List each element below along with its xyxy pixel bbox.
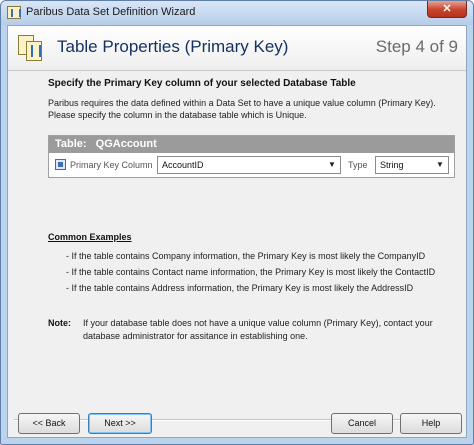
table-prefix: Table:	[55, 138, 87, 150]
note-label: Note:	[48, 318, 71, 328]
description-line-1: Paribus requires the data defined within…	[48, 98, 436, 108]
next-button[interactable]: Next >>	[88, 413, 152, 434]
primary-key-row: Primary Key Column AccountID ▼ Type Stri…	[49, 153, 454, 177]
note-text-line-1: If your database table does not have a u…	[83, 318, 433, 328]
chevron-down-icon: ▼	[436, 160, 444, 169]
example-item: - If the table contains Address informat…	[66, 283, 414, 293]
help-button[interactable]: Help	[400, 413, 462, 434]
type-label: Type	[348, 160, 368, 170]
primary-key-label: Primary Key Column	[70, 160, 153, 170]
close-button[interactable]: ✕	[427, 1, 467, 18]
section-heading: Specify the Primary Key column of your s…	[48, 78, 356, 89]
type-value: String	[380, 160, 404, 170]
app-icon	[7, 6, 21, 19]
step-indicator: Step 4 of 9	[375, 37, 458, 56]
key-column-icon	[55, 159, 66, 170]
description-line-2: Please specify the column in the databas…	[48, 110, 307, 120]
chevron-down-icon: ▼	[328, 160, 336, 169]
primary-key-value: AccountID	[162, 160, 204, 170]
wizard-client-area: Table Properties (Primary Key) Step 4 of…	[7, 25, 467, 438]
wizard-header: Table Properties (Primary Key) Step 4 of…	[8, 26, 466, 71]
close-icon: ✕	[442, 3, 452, 15]
wizard-window: Paribus Data Set Definition Wizard ✕ Tab…	[0, 0, 474, 445]
table-panel: Table: QGAccount Primary Key Column Acco…	[48, 135, 455, 178]
footer-divider	[14, 419, 460, 421]
back-button[interactable]: << Back	[18, 413, 80, 434]
type-select[interactable]: String ▼	[375, 156, 449, 174]
window-title: Paribus Data Set Definition Wizard	[26, 6, 196, 18]
cancel-button[interactable]: Cancel	[331, 413, 393, 434]
table-name: QGAccount	[95, 138, 157, 150]
wizard-document-icon	[18, 35, 44, 63]
examples-title: Common Examples	[48, 232, 132, 242]
page-title: Table Properties (Primary Key)	[57, 37, 289, 56]
note-text-line-2: database administrator for assitance in …	[83, 331, 308, 341]
example-item: - If the table contains Company informat…	[66, 251, 426, 261]
title-bar[interactable]: Paribus Data Set Definition Wizard ✕	[1, 1, 473, 25]
table-banner: Table: QGAccount	[49, 136, 454, 153]
example-item: - If the table contains Contact name inf…	[66, 267, 436, 277]
primary-key-select[interactable]: AccountID ▼	[157, 156, 341, 174]
